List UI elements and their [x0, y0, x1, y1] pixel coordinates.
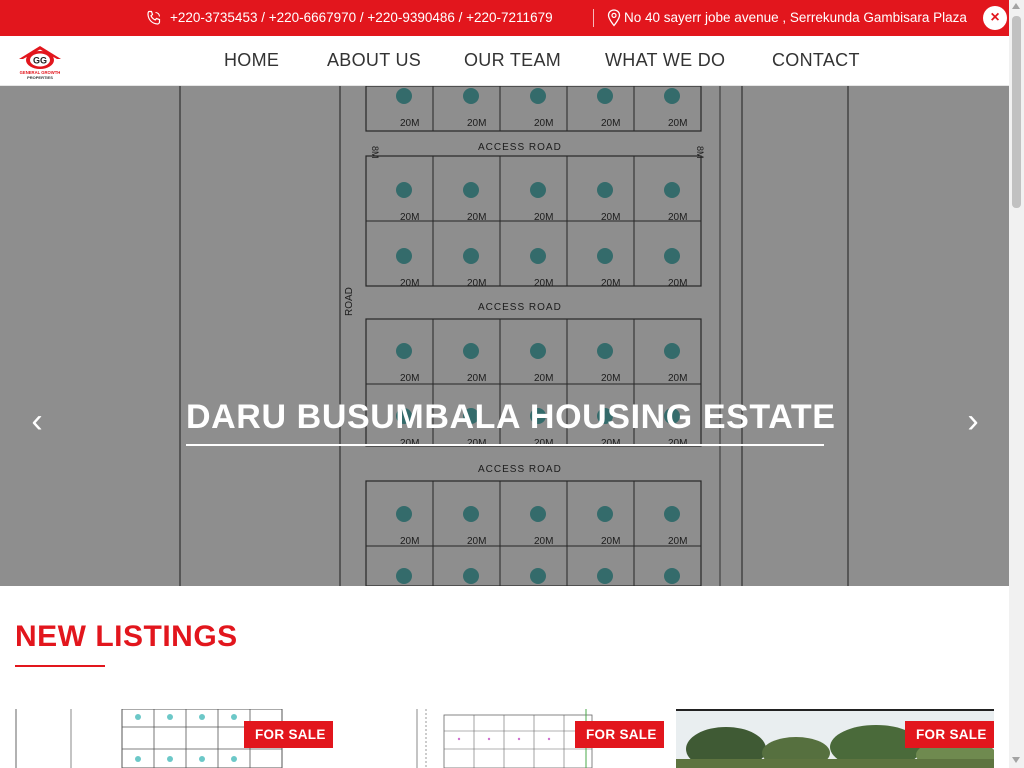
nav-home[interactable]: HOME: [224, 50, 279, 71]
main-navbar: GG GENERAL GROWTH PROPERTIES HOME ABOUT …: [0, 36, 1009, 86]
location-pin-icon: [607, 9, 621, 27]
slider-prev-arrow-icon[interactable]: ‹: [22, 404, 52, 438]
new-listings-underline: [15, 665, 105, 667]
hero-slider: 20M 20M 20M 20M 20M 20M 20M 20M 20M 20M 20M 20M 20M 2…: [0, 86, 1009, 586]
hero-title-underline: [186, 444, 824, 446]
top-info-bar: +220-3735453 / +220-6667970 / +220-93904…: [0, 0, 1009, 36]
nav-what-we-do[interactable]: WHAT WE DO: [605, 50, 725, 71]
listing-card[interactable]: FOR SALE: [676, 709, 994, 768]
scroll-down-arrow-icon[interactable]: [1012, 757, 1020, 763]
topbar-divider: [593, 9, 594, 27]
scroll-up-arrow-icon[interactable]: [1012, 3, 1020, 9]
phone-numbers[interactable]: +220-3735453 / +220-6667970 / +220-93904…: [170, 10, 553, 25]
nav-contact[interactable]: CONTACT: [772, 50, 860, 71]
for-sale-badge: FOR SALE: [575, 721, 664, 748]
primary-nav: HOME ABOUT US OUR TEAM WHAT WE DO CONTAC…: [0, 36, 1009, 86]
hero-overlay: [0, 86, 1009, 586]
slider-next-arrow-icon[interactable]: ›: [958, 404, 988, 438]
listing-card[interactable]: FOR SALE: [416, 709, 664, 768]
listing-card[interactable]: FOR SALE: [15, 709, 333, 768]
for-sale-badge: FOR SALE: [244, 721, 333, 748]
for-sale-badge: FOR SALE: [905, 721, 994, 748]
office-address: No 40 sayerr jobe avenue , Serrekunda Ga…: [624, 10, 967, 25]
new-listings-heading: NEW LISTINGS: [15, 620, 238, 653]
page-scrollbar[interactable]: [1009, 0, 1024, 768]
nav-about-us[interactable]: ABOUT US: [327, 50, 421, 71]
scrollbar-thumb[interactable]: [1012, 16, 1021, 208]
phone-icon: [146, 10, 162, 26]
nav-our-team[interactable]: OUR TEAM: [464, 50, 561, 71]
close-icon[interactable]: ×: [983, 6, 1007, 30]
hero-title: DARU BUSUMBALA HOUSING ESTATE: [186, 398, 836, 436]
